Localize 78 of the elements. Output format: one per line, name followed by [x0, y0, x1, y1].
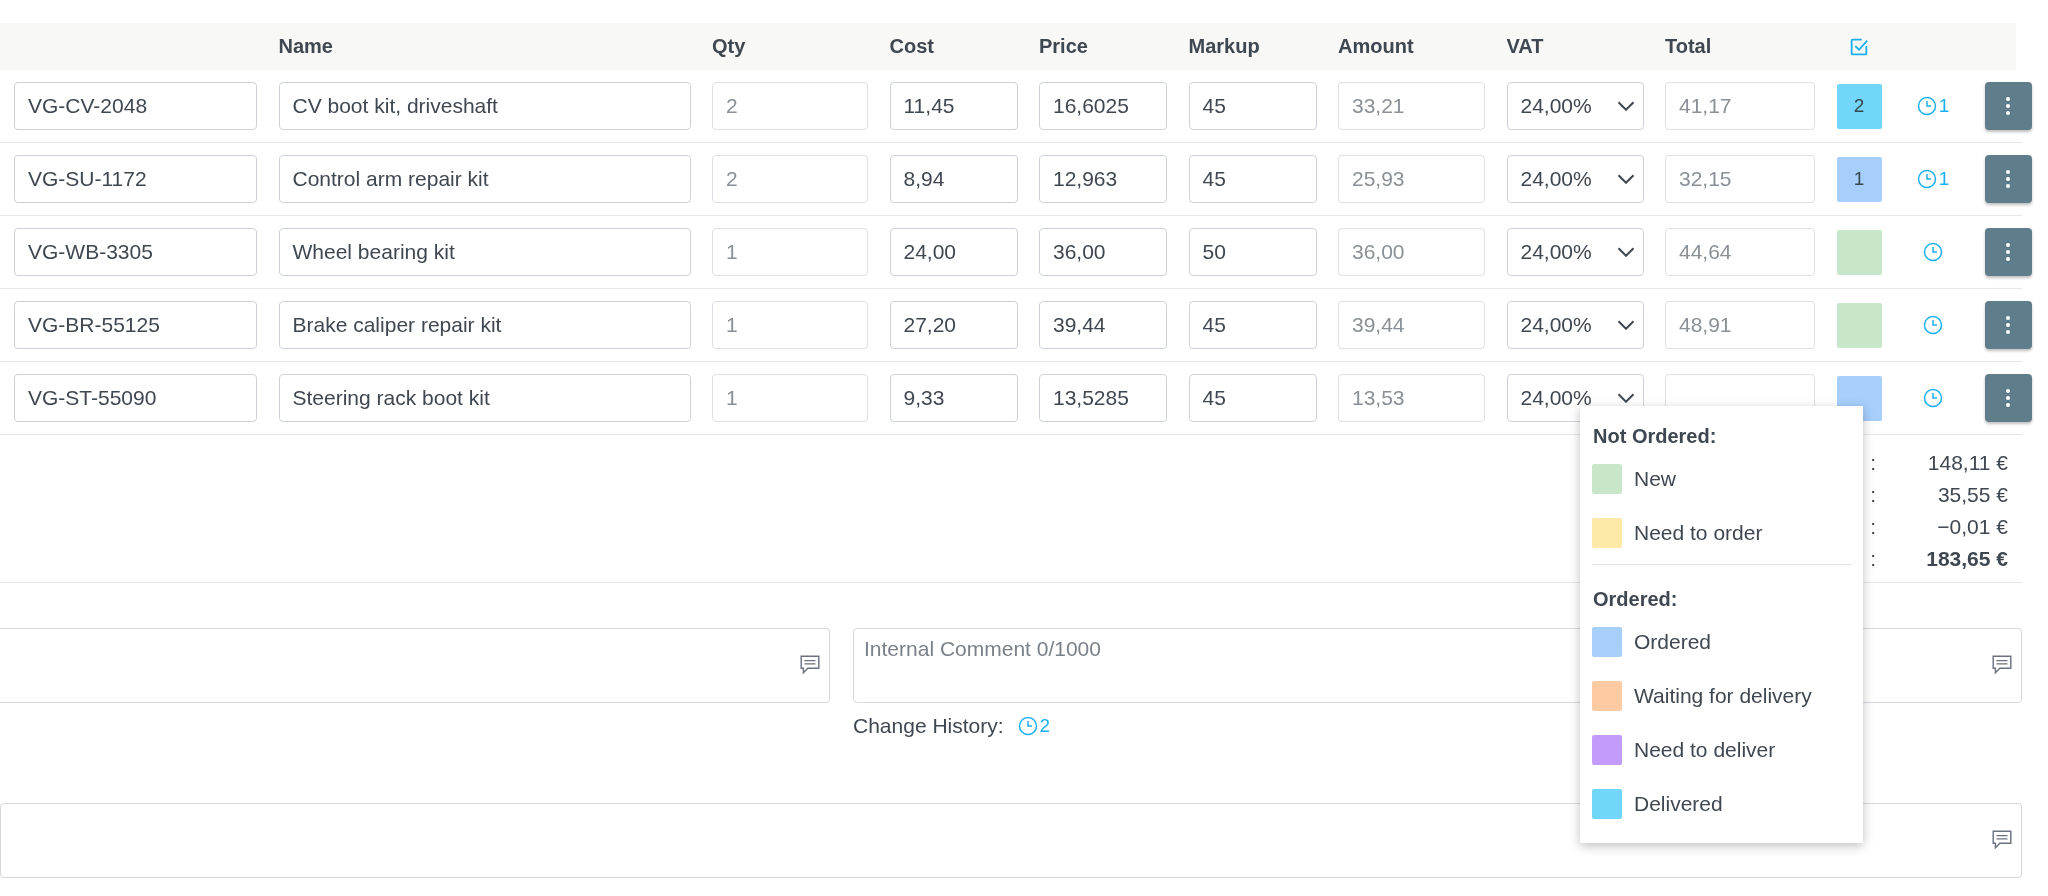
- price-field[interactable]: 12,963: [1039, 155, 1167, 203]
- total-label: :: [1870, 515, 1876, 539]
- status-swatch[interactable]: 2: [1836, 83, 1882, 129]
- chevron-down-icon: [1616, 101, 1635, 111]
- cost-field[interactable]: 24,00: [889, 228, 1018, 276]
- more-button[interactable]: [1984, 155, 2032, 203]
- menu-group-title: Ordered:: [1593, 586, 1679, 612]
- total-value: 35,55 €: [1936, 483, 2008, 507]
- status-swatch[interactable]: [1836, 302, 1882, 348]
- column-header: VAT: [1506, 35, 1545, 58]
- more-button[interactable]: [1984, 82, 2032, 130]
- total-label: :: [1870, 483, 1876, 507]
- status-swatch[interactable]: [1836, 229, 1882, 275]
- price-field[interactable]: 16,6025: [1039, 82, 1167, 130]
- price-field[interactable]: 36,00: [1039, 228, 1167, 276]
- name-field[interactable]: Steering rack boot kit: [278, 374, 691, 422]
- status-option[interactable]: New: [1592, 452, 1851, 506]
- column-header: Cost: [889, 35, 935, 58]
- comment-icon: [799, 654, 821, 676]
- change-history-label: Change History:: [853, 714, 1004, 738]
- history-link[interactable]: [1923, 315, 1943, 335]
- menu-group-title: Not Ordered:: [1593, 423, 1718, 449]
- price-field[interactable]: 13,5285: [1039, 374, 1167, 422]
- total-value: −0,01 €: [1936, 515, 2008, 539]
- vat-select[interactable]: 24,00%: [1506, 301, 1644, 349]
- code-field[interactable]: VG-WB-3305: [14, 228, 257, 276]
- total-value: 183,65 €: [1925, 547, 2008, 571]
- status-option[interactable]: Delivered: [1592, 777, 1851, 831]
- code-field[interactable]: VG-SU-1172: [14, 155, 257, 203]
- chevron-down-icon: [1616, 393, 1635, 403]
- more-button[interactable]: [1984, 301, 2032, 349]
- chevron-down-icon: [1616, 320, 1635, 330]
- name-field[interactable]: Brake caliper repair kit: [278, 301, 691, 349]
- price-field[interactable]: 39,44: [1039, 301, 1167, 349]
- comment-icon: [1991, 829, 2013, 851]
- markup-field[interactable]: 45: [1188, 301, 1317, 349]
- column-header: Total: [1665, 35, 1713, 58]
- status-option[interactable]: Need to deliver: [1592, 723, 1851, 777]
- vat-select[interactable]: 24,00%: [1506, 82, 1644, 130]
- markup-field[interactable]: 45: [1188, 374, 1317, 422]
- markup-field[interactable]: 50: [1188, 228, 1317, 276]
- total-label: :: [1870, 547, 1876, 571]
- history-link[interactable]: [1923, 242, 1943, 262]
- code-field[interactable]: VG-ST-55090: [14, 374, 257, 422]
- more-button[interactable]: [1984, 228, 2032, 276]
- code-field[interactable]: VG-BR-55125: [14, 301, 257, 349]
- name-field[interactable]: CV boot kit, driveshaft: [278, 82, 691, 130]
- more-icon: [2005, 242, 2011, 262]
- history-link[interactable]: [1923, 388, 1943, 408]
- comment-icon: [1991, 654, 2013, 676]
- cost-field[interactable]: 11,45: [889, 82, 1018, 130]
- more-button[interactable]: [1984, 374, 2032, 422]
- column-header: Markup: [1188, 35, 1261, 58]
- more-icon: [2005, 315, 2011, 335]
- comment-field[interactable]: [0, 628, 830, 703]
- chevron-down-icon: [1616, 247, 1635, 257]
- markup-field[interactable]: 45: [1188, 82, 1317, 130]
- name-field[interactable]: Control arm repair kit: [278, 155, 691, 203]
- vat-select[interactable]: 24,00%: [1506, 155, 1644, 203]
- column-header: Amount: [1338, 35, 1415, 58]
- more-icon: [2005, 169, 2011, 189]
- cost-field[interactable]: 27,20: [889, 301, 1018, 349]
- more-icon: [2005, 388, 2011, 408]
- total-label: :: [1870, 451, 1876, 475]
- column-header: Name: [278, 35, 334, 58]
- column-header: Price: [1039, 35, 1089, 58]
- code-field[interactable]: VG-CV-2048: [14, 82, 257, 130]
- chevron-down-icon: [1616, 174, 1635, 184]
- column-header: Qty: [712, 35, 747, 58]
- markup-field[interactable]: 45: [1188, 155, 1317, 203]
- more-icon: [2005, 96, 2011, 116]
- status-option[interactable]: Need to order: [1592, 506, 1851, 560]
- name-field[interactable]: Wheel bearing kit: [278, 228, 691, 276]
- total-value: 148,11 €: [1926, 451, 2008, 475]
- status-swatch[interactable]: 1: [1836, 156, 1882, 202]
- cost-field[interactable]: 8,94: [889, 155, 1018, 203]
- vat-select[interactable]: 24,00%: [1506, 228, 1644, 276]
- cost-field[interactable]: 9,33: [889, 374, 1018, 422]
